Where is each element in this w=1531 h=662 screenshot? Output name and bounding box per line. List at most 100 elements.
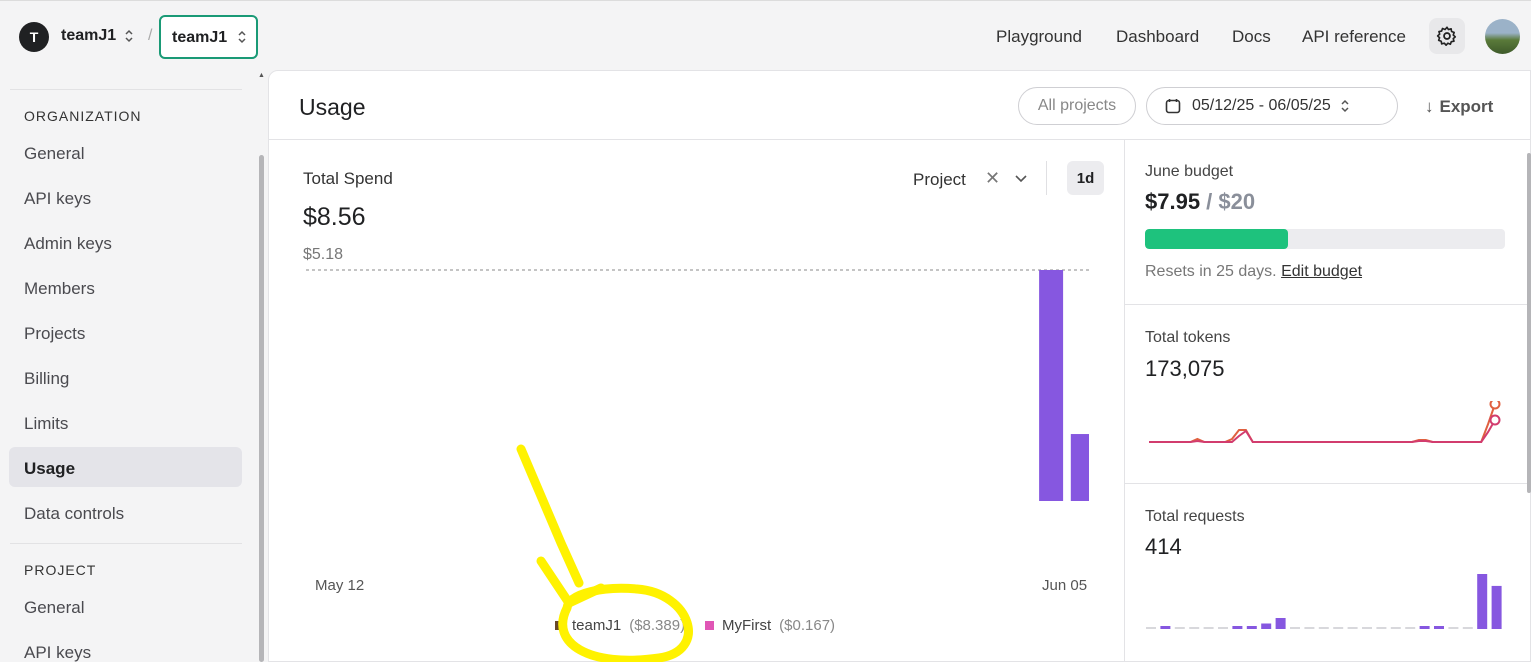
divider xyxy=(1046,161,1047,195)
budget-divider: / xyxy=(1200,189,1219,214)
budget-limit: $20 xyxy=(1218,189,1256,214)
sidebar-item-usage[interactable]: Usage xyxy=(24,459,75,479)
close-icon[interactable]: ✕ xyxy=(985,168,1000,189)
user-avatar[interactable] xyxy=(1485,19,1520,54)
requests-bar-05/22 xyxy=(1290,627,1300,629)
sidebar-item-members[interactable]: Members xyxy=(24,279,95,299)
requests-label: Total requests xyxy=(1145,508,1245,525)
requests-bar-05/13 xyxy=(1160,626,1171,629)
project-switcher-label: teamJ1 xyxy=(172,29,228,46)
org-switcher[interactable]: teamJ1 xyxy=(61,27,116,45)
sidebar-heading-project: PROJECT xyxy=(24,562,97,578)
requests-value: 414 xyxy=(1145,534,1182,559)
sidebar-scrollbar[interactable] xyxy=(259,155,264,662)
spend-chart xyxy=(306,269,1089,501)
org-avatar[interactable]: T xyxy=(19,22,49,52)
project-filter-button[interactable]: All projects xyxy=(1018,87,1136,125)
chevron-up-down-icon[interactable] xyxy=(124,29,134,44)
divider xyxy=(1125,483,1531,484)
requests-chart xyxy=(1146,574,1502,629)
divider xyxy=(1124,139,1125,662)
requests-bar-05/18 xyxy=(1232,626,1243,629)
nav-api-reference[interactable]: API reference xyxy=(1302,27,1406,47)
requests-bar-05/16 xyxy=(1203,627,1214,629)
date-range-picker[interactable]: 05/12/25 - 06/05/25 xyxy=(1146,87,1398,125)
bar-teamj1-06/05 xyxy=(1070,434,1089,501)
scroll-up-arrow-icon[interactable]: ▲ xyxy=(258,72,265,79)
sidebar-item-api-keys[interactable]: API keys xyxy=(24,189,91,209)
chevron-up-down-icon xyxy=(1341,99,1349,113)
edit-budget-link[interactable]: Edit budget xyxy=(1281,263,1362,280)
tokens-line-1 xyxy=(1149,419,1496,443)
budget-amount: $7.95 / $20 xyxy=(1145,189,1255,215)
top-bar: T teamJ1 / teamJ1 Playground Dashboard D… xyxy=(0,0,1531,70)
settings-button[interactable] xyxy=(1429,18,1465,54)
reference-line-label: $5.18 xyxy=(303,246,344,263)
download-arrow-icon: ↓ xyxy=(1425,97,1434,116)
requests-bar-05/25 xyxy=(1333,627,1344,629)
period-button[interactable]: 1d xyxy=(1067,161,1104,195)
requests-bar-06/02 xyxy=(1448,627,1459,629)
page-title: Usage xyxy=(299,94,366,120)
nav-docs[interactable]: Docs xyxy=(1232,27,1271,47)
nav-playground[interactable]: Playground xyxy=(996,27,1082,47)
sidebar-item-limits[interactable]: Limits xyxy=(24,414,68,434)
main-panel: Usage All projects 05/12/25 - 06/05/25 ↓… xyxy=(268,70,1531,662)
total-spend-label: Total Spend xyxy=(303,169,393,188)
project-switcher[interactable]: teamJ1 xyxy=(159,15,258,59)
requests-bar-05/19 xyxy=(1246,626,1257,629)
budget-progress-fill xyxy=(1145,229,1289,249)
requests-bar-05/29 xyxy=(1390,627,1401,629)
bar-teamj1-06/04 xyxy=(1039,270,1064,501)
sidebar: ORGANIZATION General API keys Admin keys… xyxy=(0,70,258,662)
sidebar-item-projects[interactable]: Projects xyxy=(24,324,85,344)
tokens-label: Total tokens xyxy=(1145,329,1231,346)
divider xyxy=(1125,304,1531,305)
tokens-line-end-marker-1 xyxy=(1489,414,1501,426)
main-scrollbar[interactable] xyxy=(1527,153,1531,493)
sidebar-item-billing[interactable]: Billing xyxy=(24,369,69,389)
requests-bar-05/20 xyxy=(1261,623,1272,629)
sidebar-item-admin-keys[interactable]: Admin keys xyxy=(24,234,112,254)
budget-spent: $7.95 xyxy=(1145,189,1201,214)
requests-bar-05/14 xyxy=(1174,627,1185,629)
date-range-label: 05/12/25 - 06/05/25 xyxy=(1192,97,1331,114)
legend-name: MyFirst xyxy=(722,617,772,634)
chevron-up-down-icon xyxy=(237,30,247,45)
legend-swatch xyxy=(705,621,714,630)
x-axis-end-label: Jun 05 xyxy=(1042,577,1088,594)
chevron-down-icon[interactable] xyxy=(1014,171,1028,190)
gear-icon xyxy=(1436,26,1457,46)
requests-bar-05/30 xyxy=(1405,627,1416,629)
sidebar-heading-organization: ORGANIZATION xyxy=(24,108,142,124)
divider xyxy=(10,89,242,90)
sidebar-item-project-general[interactable]: General xyxy=(24,598,84,618)
legend-amount: ($8.389) xyxy=(629,617,686,634)
legend-swatch xyxy=(555,621,564,630)
requests-bar-05/23 xyxy=(1304,627,1315,629)
total-spend-value: $8.56 xyxy=(303,203,366,231)
divider xyxy=(10,543,242,544)
requests-bar-06/03 xyxy=(1462,627,1473,629)
sidebar-item-project-api-keys[interactable]: API keys xyxy=(24,643,91,662)
budget-progress-bar xyxy=(1145,229,1505,249)
group-by-select[interactable]: Project xyxy=(913,170,966,190)
legend-item-myfirst: MyFirst ($0.167) xyxy=(705,617,835,634)
requests-bar-05/26 xyxy=(1347,627,1358,629)
breadcrumb-separator: / xyxy=(148,27,153,44)
requests-bar-05/31 xyxy=(1419,626,1430,629)
tokens-line-end-marker-0 xyxy=(1489,401,1501,410)
requests-bar-05/21 xyxy=(1275,618,1286,629)
x-axis-start-label: May 12 xyxy=(315,577,365,594)
sidebar-item-general[interactable]: General xyxy=(24,144,84,164)
nav-dashboard[interactable]: Dashboard xyxy=(1116,27,1199,47)
requests-bar-05/15 xyxy=(1189,627,1200,629)
calendar-icon xyxy=(1165,99,1181,114)
divider xyxy=(269,139,1531,140)
requests-bar-05/27 xyxy=(1362,627,1372,629)
sidebar-item-data-controls[interactable]: Data controls xyxy=(24,504,124,524)
export-button[interactable]: ↓ Export xyxy=(1425,97,1493,117)
requests-bar-05/12 xyxy=(1146,627,1156,629)
budget-reset-label: Resets in 25 days. xyxy=(1145,263,1277,280)
requests-bar-05/24 xyxy=(1318,627,1329,629)
